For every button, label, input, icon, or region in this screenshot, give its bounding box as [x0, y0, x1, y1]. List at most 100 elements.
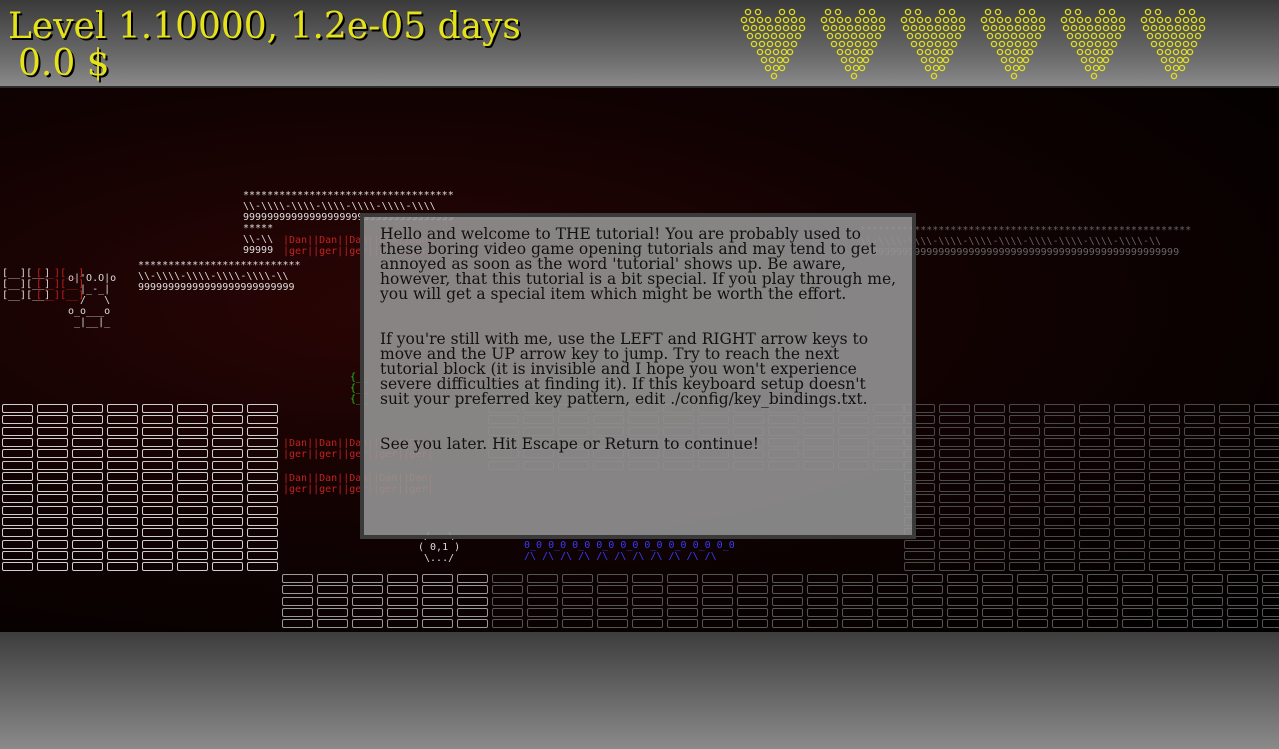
ground-block — [72, 550, 103, 560]
ground-block — [1017, 596, 1048, 606]
ground-block — [1114, 449, 1145, 459]
ground-block — [1262, 607, 1279, 617]
ground-block — [1009, 562, 1040, 572]
ground-block — [1079, 517, 1110, 526]
ground-block — [1184, 426, 1215, 436]
ground-block — [1044, 528, 1075, 538]
ground-block — [492, 596, 523, 606]
ground-block — [1114, 505, 1145, 515]
ground-block — [247, 550, 278, 560]
ground-block — [1254, 426, 1279, 436]
ground-block — [1192, 585, 1223, 595]
ground-block — [1184, 460, 1215, 470]
ground-block — [1044, 562, 1075, 572]
ground-block — [632, 607, 663, 617]
ground-block — [737, 585, 768, 595]
ground-block — [142, 449, 173, 459]
ground-block — [947, 585, 978, 595]
ground-block — [1052, 585, 1083, 595]
ground-block — [667, 607, 698, 617]
ground-block — [877, 585, 908, 595]
ground-block — [842, 585, 873, 595]
ground-block — [1114, 404, 1145, 413]
ground-block — [1192, 574, 1223, 583]
ground-block — [1157, 585, 1188, 595]
ground-block — [72, 483, 103, 493]
ground-block — [352, 574, 383, 583]
ground-block — [1149, 539, 1180, 549]
ground-block — [212, 449, 243, 459]
ground-block — [939, 426, 970, 436]
ground-block — [939, 494, 970, 504]
ground-block — [974, 437, 1005, 447]
ground-block — [1184, 528, 1215, 538]
ground-block — [632, 596, 663, 606]
ground-block — [1262, 574, 1279, 583]
ground-block — [1149, 505, 1180, 515]
ground-block — [2, 460, 33, 470]
ground-block — [72, 471, 103, 481]
ground-block — [2, 550, 33, 560]
ground-block — [1184, 471, 1215, 481]
ascii-heart-icon — [1140, 8, 1206, 80]
ground-block — [107, 415, 138, 425]
ground-block — [667, 585, 698, 595]
ground-block — [1254, 517, 1279, 526]
ground-block — [842, 596, 873, 606]
ground-block — [1017, 585, 1048, 595]
lives-display — [738, 8, 1212, 82]
ground-block — [1149, 517, 1180, 526]
ground-block — [1052, 574, 1083, 583]
ground-block — [737, 574, 768, 583]
ground-block — [1184, 437, 1215, 447]
ground-block — [1184, 483, 1215, 493]
ground-block — [1219, 404, 1250, 413]
ground-block — [1219, 426, 1250, 436]
ground-block — [597, 585, 628, 595]
ground-block — [37, 562, 68, 572]
ground-block — [974, 471, 1005, 481]
ground-block — [947, 619, 978, 629]
ground-block — [37, 528, 68, 538]
ground-block — [177, 460, 208, 470]
ground-block — [1149, 437, 1180, 447]
ground-block — [562, 619, 593, 629]
ground-block — [1114, 415, 1145, 425]
ground-block — [177, 562, 208, 572]
ground-block — [72, 404, 103, 413]
ground-block — [1079, 562, 1110, 572]
ground-block — [807, 574, 838, 583]
ground-block — [457, 585, 488, 595]
ground-block — [1052, 596, 1083, 606]
ground-block — [939, 539, 970, 549]
ground-block — [387, 596, 418, 606]
ground-block — [1087, 619, 1118, 629]
ground-block — [1149, 426, 1180, 436]
ground-block — [282, 574, 313, 583]
tutorial-paragraph-intro: Hello and welcome to THE tutorial! You a… — [380, 225, 897, 303]
ground-block — [37, 404, 68, 413]
ground-block — [1157, 619, 1188, 629]
ground-block — [2, 404, 33, 413]
ground-block — [212, 562, 243, 572]
ground-block — [72, 528, 103, 538]
ground-block — [247, 539, 278, 549]
ground-block — [939, 449, 970, 459]
ground-block — [37, 483, 68, 493]
ground-block — [772, 585, 803, 595]
ground-block — [387, 619, 418, 629]
ground-block — [904, 550, 935, 560]
ground-block — [1114, 550, 1145, 560]
ground-block — [1254, 528, 1279, 538]
ground-block — [1009, 494, 1040, 504]
ground-block — [457, 607, 488, 617]
ground-block — [912, 574, 943, 583]
ground-block — [974, 426, 1005, 436]
stair-platform-mid: ***** \\-\\ 99999 — [243, 223, 274, 256]
ground-block — [982, 619, 1013, 629]
ground-block — [2, 528, 33, 538]
tutorial-dialog[interactable]: Hello and welcome to THE tutorial! You a… — [360, 213, 916, 539]
ground-block — [842, 619, 873, 629]
ground-block — [939, 562, 970, 572]
ground-block — [177, 471, 208, 481]
